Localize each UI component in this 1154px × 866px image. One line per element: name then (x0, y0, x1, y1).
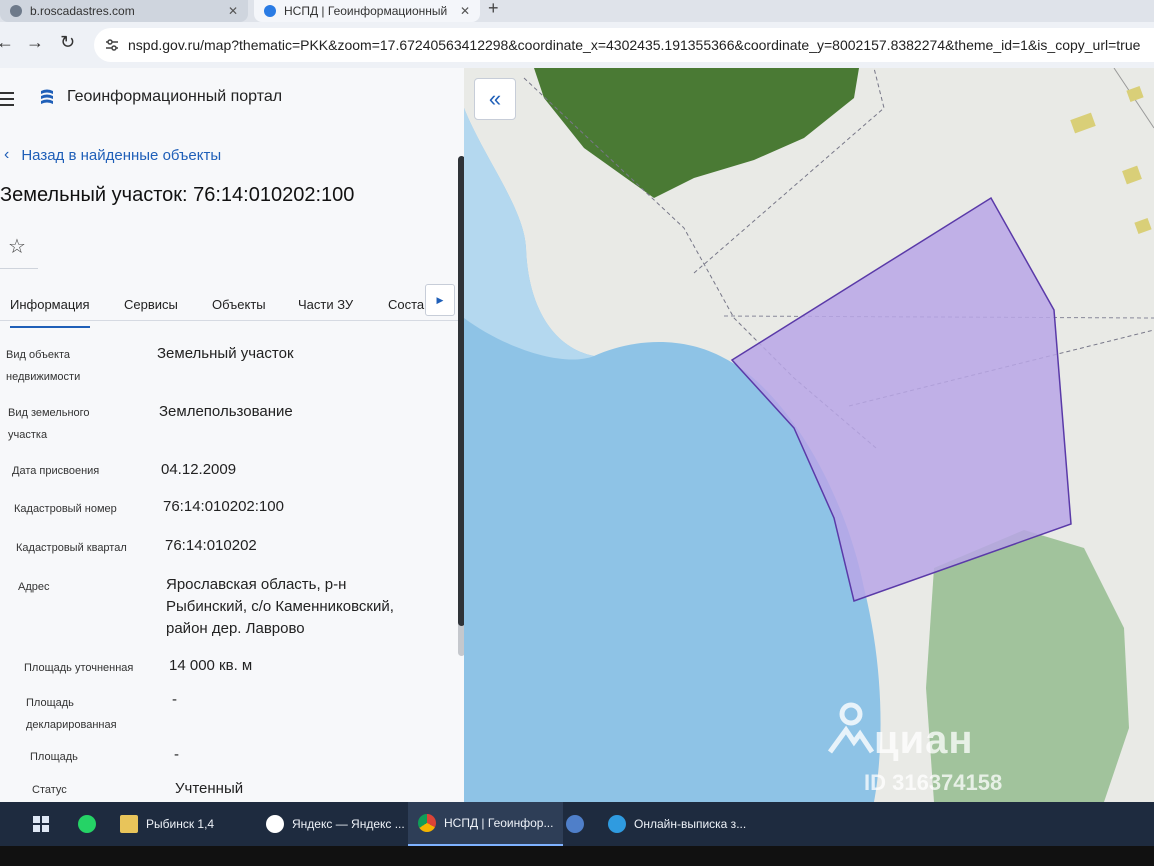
watermark-id: ID 316374158 (864, 770, 1003, 795)
label-cadastral-quarter: Кадастровый квартал (16, 542, 127, 554)
browser-tab-label: НСПД | Геоинформационный (284, 4, 448, 18)
label-area-declared: Площадь декларированная (26, 697, 117, 731)
close-icon[interactable]: ✕ (228, 4, 238, 18)
tab-services[interactable]: Сервисы (124, 297, 178, 326)
monitor-bezel (0, 846, 1154, 866)
info-tabs: Информация Сервисы Объекты Части ЗУ Сост… (0, 284, 464, 328)
tab-parts[interactable]: Части ЗУ (298, 297, 353, 326)
close-icon[interactable]: ✕ (460, 4, 470, 18)
whatsapp-icon (78, 815, 96, 833)
chevron-left-icon: ‹ (4, 146, 10, 163)
taskbar-folder[interactable]: Рыбинск 1,4 (120, 802, 214, 846)
yandex-browser-icon (266, 815, 284, 833)
cian-logo-icon (827, 702, 875, 754)
value-status: Учтенный (175, 780, 244, 797)
value-address: Ярославская область, р-н Рыбинский, с/о … (166, 576, 394, 637)
label-address: Адрес (18, 581, 50, 593)
divider (0, 268, 38, 269)
value-area-declared: - (172, 691, 177, 708)
taskbar-label: Онлайн-выписка з... (634, 817, 747, 831)
taskbar-label: Рыбинск 1,4 (146, 817, 215, 831)
reload-icon[interactable]: ↻ (60, 32, 75, 53)
browser-tab-strip: b.roscadastres.com ✕ НСПД | Геоинформаци… (0, 0, 1154, 22)
nspd-favicon-icon (264, 5, 276, 17)
object-title: Земельный участок: 76:14:010202:100 (0, 184, 355, 206)
taskbar-app[interactable] (566, 802, 592, 846)
tab-composition[interactable]: Соста (388, 297, 424, 326)
value-cadastral-quarter[interactable]: 76:14:010202 (165, 535, 257, 557)
back-arrow-icon[interactable]: ← (0, 32, 14, 53)
browser-tab-label: b.roscadastres.com (30, 4, 135, 18)
browser-tab-roscadastres[interactable]: b.roscadastres.com ✕ (0, 0, 248, 22)
label-land-type: Вид земельного участка (8, 407, 90, 441)
caret-right-icon: ▶ (436, 294, 444, 305)
site-settings-icon[interactable] (104, 37, 120, 53)
portal-title: Геоинформационный портал (67, 88, 283, 105)
forward-arrow-icon[interactable]: → (26, 32, 44, 53)
label-area-specified: Площадь уточненная (24, 662, 134, 674)
label-assign-date: Дата присвоения (12, 465, 100, 477)
taskbar-chrome[interactable]: НСПД | Геоинфор... (408, 802, 564, 846)
browser-tab-nspd[interactable]: НСПД | Геоинформационный ✕ (254, 0, 480, 22)
address-toolbar: ← → ↻ nspd.gov.ru/map?thematic=PKK&zoom=… (0, 22, 1154, 69)
label-object-type: Вид объекта недвижимости (6, 349, 81, 383)
double-chevron-left-icon: « (488, 86, 502, 111)
start-button[interactable] (32, 802, 50, 846)
windows-icon (33, 816, 49, 832)
favorite-star-icon[interactable]: ☆ (8, 234, 26, 259)
value-area: - (174, 746, 179, 763)
info-panel: Геоинформационный портал ‹ Назад в найде… (0, 68, 464, 802)
url-text: nspd.gov.ru/map?thematic=PKK&zoom=17.672… (128, 37, 1141, 53)
value-land-type: Землепользование (159, 403, 293, 420)
taskbar-label: НСПД | Геоинфор... (444, 816, 554, 830)
map-view[interactable]: « циан ID 316374158 (464, 68, 1154, 802)
label-status: Статус (32, 784, 67, 796)
value-object-type: Земельный участок (157, 345, 294, 362)
portal-logo-icon (41, 89, 53, 104)
value-area-specified: 14 000 кв. м (169, 657, 253, 674)
os-taskbar: Рыбинск 1,4 Яндекс — Яндекс ... НСПД | Г… (0, 802, 1154, 846)
folder-icon (120, 815, 138, 833)
globe-icon (10, 5, 22, 17)
app-icon (566, 815, 584, 833)
value-cadastral-number[interactable]: 76:14:010202:100 (163, 496, 284, 518)
tab-objects[interactable]: Объекты (212, 297, 266, 326)
new-tab-button[interactable]: + (488, 0, 499, 19)
edge-icon (608, 815, 626, 833)
watermark-text: циан (874, 718, 974, 762)
back-link-label: Назад в найденные объекты (21, 146, 222, 164)
label-area: Площадь (30, 751, 78, 763)
label-cadastral-number: Кадастровый номер (14, 503, 117, 515)
tab-information[interactable]: Информация (10, 297, 90, 328)
tabs-scroll-right-button[interactable]: ▶ (425, 284, 455, 316)
back-to-results-link[interactable]: ‹ Назад в найденные объекты (4, 146, 221, 164)
taskbar-edge[interactable]: Онлайн-выписка з... (608, 802, 746, 846)
chrome-icon (418, 814, 436, 832)
menu-icon[interactable] (0, 92, 16, 110)
taskbar-yandex[interactable]: Яндекс — Яндекс ... (266, 802, 405, 846)
taskbar-whatsapp[interactable] (78, 802, 104, 846)
taskbar-label: Яндекс — Яндекс ... (292, 817, 405, 831)
collapse-panel-button[interactable]: « (474, 78, 516, 120)
value-assign-date: 04.12.2009 (161, 461, 237, 478)
map-canvas[interactable] (464, 68, 1154, 802)
url-field[interactable]: nspd.gov.ru/map?thematic=PKK&zoom=17.672… (94, 28, 1154, 62)
